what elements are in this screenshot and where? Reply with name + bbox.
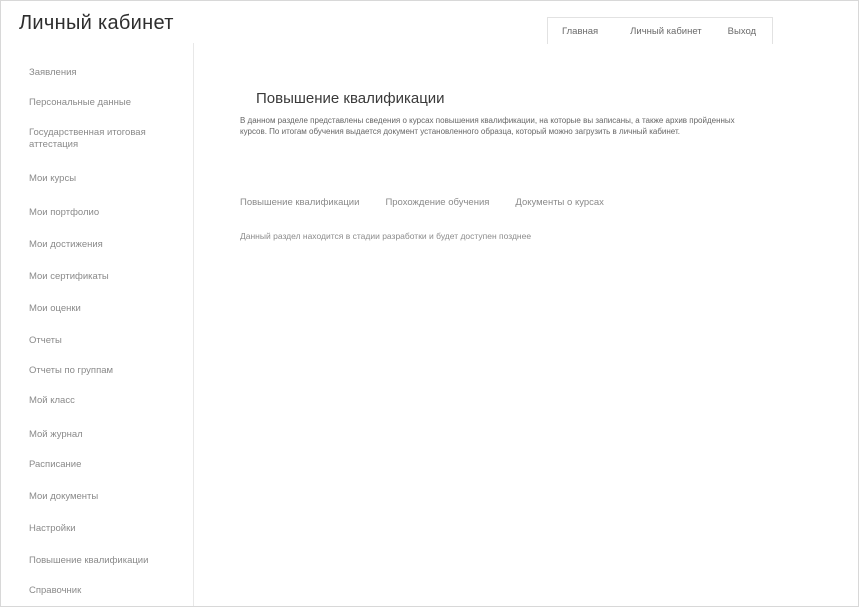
sidebar-item[interactable]: Заявления bbox=[29, 67, 77, 79]
sidebar-item[interactable]: Государственная итоговая аттестация bbox=[29, 127, 169, 151]
top-nav: Главная Личный кабинет Выход bbox=[547, 17, 774, 44]
sidebar-item[interactable]: Мои документы bbox=[29, 491, 98, 503]
tab-qualification[interactable]: Повышение квалификации bbox=[240, 197, 359, 208]
sidebar-item[interactable]: Справочник bbox=[29, 585, 81, 597]
tab-training[interactable]: Прохождение обучения bbox=[385, 197, 489, 208]
sidebar-item[interactable]: Расписание bbox=[29, 459, 81, 471]
main-content: Повышение квалификации В данном разделе … bbox=[194, 43, 858, 606]
sidebar: Заявления Персональные данные Государств… bbox=[1, 43, 194, 606]
tab-documents[interactable]: Документы о курсах bbox=[515, 197, 604, 208]
app-title: Личный кабинет bbox=[19, 12, 174, 34]
sidebar-item[interactable]: Повышение квалификации bbox=[29, 555, 148, 567]
sidebar-item[interactable]: Отчеты по группам bbox=[29, 365, 113, 377]
sidebar-item[interactable]: Отчеты bbox=[29, 335, 62, 347]
sidebar-item[interactable]: Мои оценки bbox=[29, 303, 81, 315]
sidebar-item[interactable]: Мои сертификаты bbox=[29, 271, 109, 283]
tab-note: Данный раздел находится в стадии разрабо… bbox=[240, 231, 532, 241]
header: Личный кабинет Главная Личный кабинет Вы… bbox=[1, 1, 858, 44]
sidebar-item[interactable]: Мой класс bbox=[29, 395, 75, 407]
sidebar-item[interactable]: Мои курсы bbox=[29, 173, 76, 185]
page-title: Повышение квалификации bbox=[256, 90, 445, 107]
sidebar-item[interactable]: Мои портфолио bbox=[29, 207, 99, 219]
sidebar-item[interactable]: Настройки bbox=[29, 523, 76, 535]
sidebar-item[interactable]: Персональные данные bbox=[29, 97, 131, 109]
nav-main-link[interactable]: Главная bbox=[548, 18, 610, 44]
tabs: Повышение квалификации Прохождение обуче… bbox=[240, 197, 604, 208]
sidebar-item[interactable]: Мои достижения bbox=[29, 239, 103, 251]
nav-logout-link[interactable]: Выход bbox=[716, 18, 772, 44]
page-description: В данном разделе представлены сведения о… bbox=[240, 116, 735, 136]
nav-cabinet-link[interactable]: Личный кабинет bbox=[610, 18, 715, 44]
page-frame: Личный кабинет Главная Личный кабинет Вы… bbox=[0, 0, 859, 607]
sidebar-item[interactable]: Мой журнал bbox=[29, 429, 83, 441]
